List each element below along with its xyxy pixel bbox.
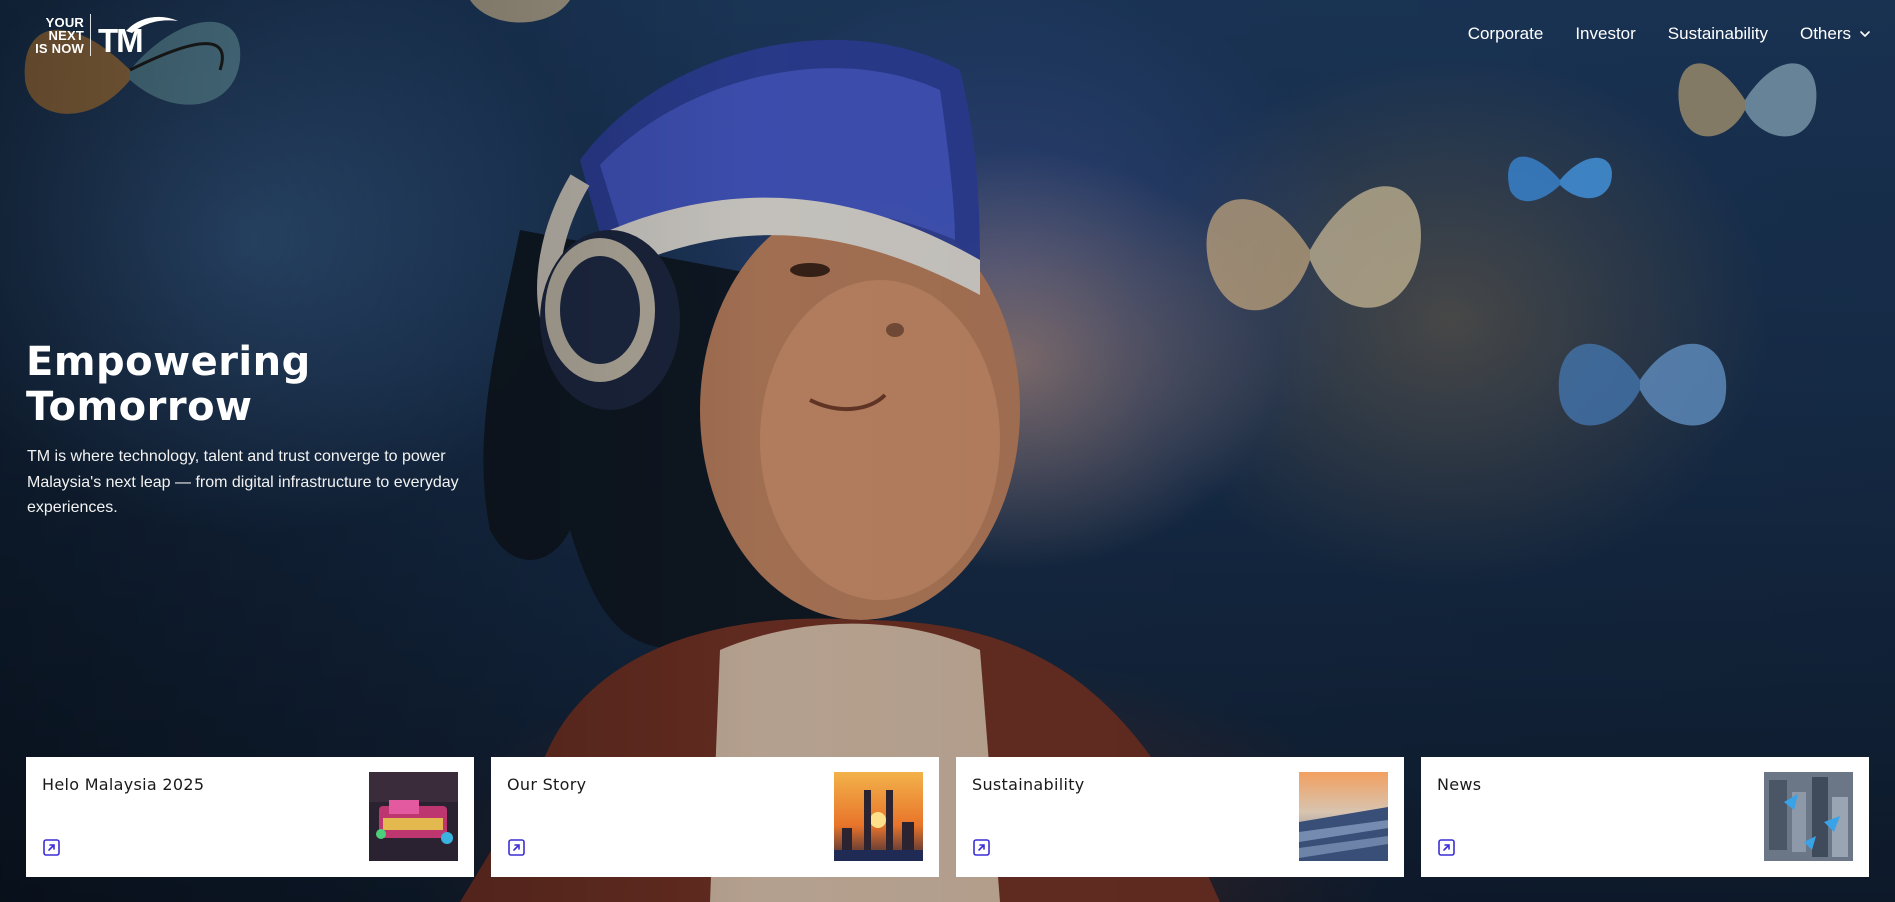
card-title: Helo Malaysia 2025 <box>42 775 205 794</box>
tm-brand-text: TM <box>98 22 144 59</box>
card-news[interactable]: News <box>1421 757 1869 877</box>
nav-item-label: Others <box>1799 24 1851 43</box>
logo-tagline-line: NEXT <box>48 27 84 43</box>
hero-description: TM is where technology, talent and trust… <box>27 448 459 516</box>
site-header: YOUR NEXT IS NOW TM Corporate Investor S… <box>0 0 1895 70</box>
card-our-story[interactable]: Our Story <box>491 757 939 877</box>
external-link-icon[interactable] <box>43 839 60 856</box>
card-thumbnail <box>369 772 458 861</box>
external-link-icon[interactable] <box>1438 839 1455 856</box>
logo-tagline: YOUR NEXT IS NOW <box>26 16 84 55</box>
nav-item-label: Sustainability <box>1667 24 1768 43</box>
card-thumbnail <box>1764 772 1853 861</box>
hero-title: Empowering Tomorrow <box>26 340 311 430</box>
logo-tagline-line: YOUR <box>45 14 84 30</box>
nav-item-label: Corporate <box>1467 24 1544 43</box>
nav-item-investor[interactable]: Investor <box>1575 24 1635 44</box>
card-helo-malaysia[interactable]: Helo Malaysia 2025 <box>26 757 474 877</box>
chevron-down-icon <box>1860 31 1870 37</box>
nav-item-others[interactable]: Others <box>1800 24 1871 44</box>
card-sustainability[interactable]: Sustainability <box>956 757 1404 877</box>
external-link-icon[interactable] <box>508 839 525 856</box>
external-link-icon[interactable] <box>973 839 990 856</box>
logo-divider <box>90 14 91 56</box>
feature-cards: Helo Malaysia 2025 Our Story Sustainabil… <box>26 757 1869 877</box>
tm-logo[interactable]: YOUR NEXT IS NOW TM <box>26 13 178 59</box>
card-thumbnail <box>834 772 923 861</box>
card-thumbnail <box>1299 772 1388 861</box>
nav-item-corporate[interactable]: Corporate <box>1468 24 1544 44</box>
hero-title-line: Tomorrow <box>26 384 253 430</box>
logo-tagline-line: IS NOW <box>35 40 84 56</box>
hero-title-line: Empowering <box>26 339 311 385</box>
card-title: News <box>1437 775 1482 794</box>
tm-logo-mark: TM <box>98 13 178 59</box>
main-nav: Corporate Investor Sustainability Others <box>1468 24 1871 44</box>
card-title: Our Story <box>507 775 587 794</box>
card-title: Sustainability <box>972 775 1085 794</box>
nav-item-sustainability[interactable]: Sustainability <box>1668 24 1768 44</box>
nav-item-label: Investor <box>1575 24 1636 43</box>
